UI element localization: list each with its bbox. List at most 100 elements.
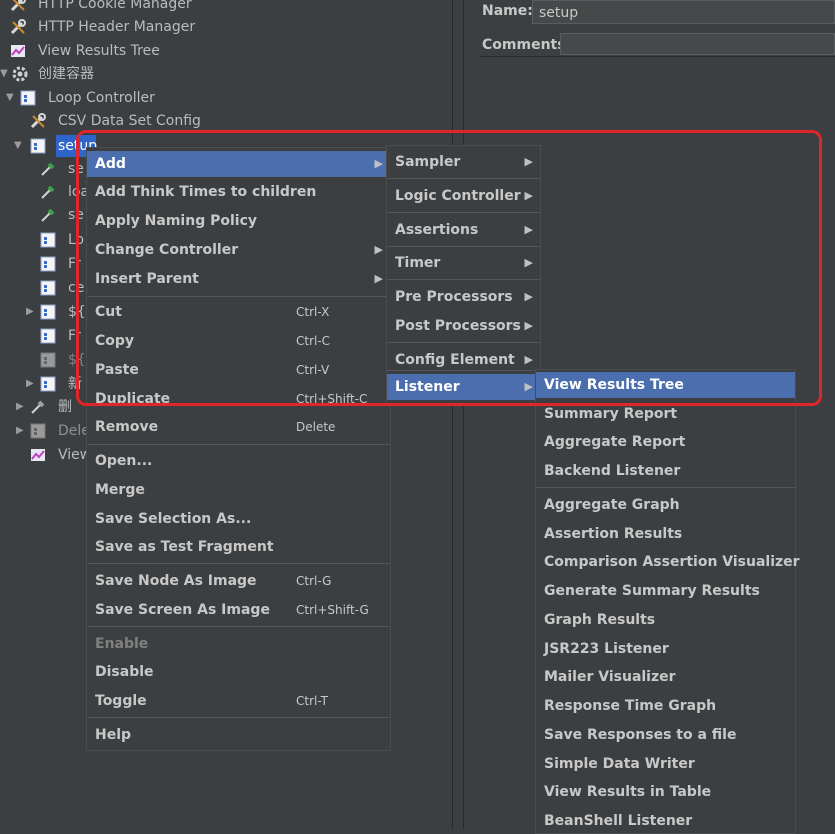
tree-item-controller[interactable]: ▶ 新 — [26, 373, 90, 395]
tree-item-controller[interactable]: Lo — [40, 229, 90, 251]
submenu-item-sampler[interactable]: Sampler ▶ — [387, 149, 540, 175]
controller-icon — [40, 280, 56, 296]
controller-icon — [40, 304, 56, 320]
tree-item-listener[interactable]: View — [30, 444, 91, 466]
listener-item-jsr223-listener[interactable]: JSR223 Listener — [536, 636, 795, 662]
listener-item-save-responses-to-file[interactable]: Save Responses to a file — [536, 722, 795, 748]
submenu-item-timer[interactable]: Timer ▶ — [387, 250, 540, 276]
menu-item-label: Copy — [95, 333, 135, 349]
tree-item-sampler[interactable]: se — [40, 204, 90, 226]
submenu-item-post-processors[interactable]: Post Processors ▶ — [387, 313, 540, 339]
menu-item-toggle[interactable]: Toggle Ctrl-T — [87, 688, 390, 714]
listener-item-aggregate-report[interactable]: Aggregate Report — [536, 429, 795, 455]
menu-item-paste[interactable]: Paste Ctrl-V — [87, 357, 390, 383]
listener-item-comparison-assertion-visualizer[interactable]: Comparison Assertion Visualizer — [536, 549, 800, 575]
menu-item-merge[interactable]: Merge — [87, 477, 390, 503]
split-pane-divider[interactable] — [452, 0, 464, 829]
menu-item-label: Apply Naming Policy — [95, 213, 257, 229]
menu-item-help[interactable]: Help — [87, 722, 390, 748]
menu-item-label: Backend Listener — [544, 463, 681, 479]
tree-item-controller[interactable]: ce — [40, 277, 90, 299]
tree-item-controller[interactable]: Fr — [40, 325, 90, 347]
menu-item-save-selection-as[interactable]: Save Selection As... — [87, 506, 390, 532]
submenu-item-pre-processors[interactable]: Pre Processors ▶ — [387, 284, 540, 310]
listener-item-response-time-graph[interactable]: Response Time Graph — [536, 693, 795, 719]
submenu-item-logic-controller[interactable]: Logic Controller ▶ — [387, 183, 540, 209]
tree-item-csv-data-set-config[interactable]: CSV Data Set Config — [30, 110, 280, 132]
menu-item-label: Open... — [95, 453, 153, 469]
listener-item-simple-data-writer[interactable]: Simple Data Writer — [536, 751, 795, 777]
tree-item-loop-controller[interactable]: ▼ Loop Controller — [6, 87, 256, 109]
comments-field[interactable] — [560, 33, 835, 55]
tree-item-disabled[interactable]: ▶ Dele — [16, 420, 90, 442]
menu-item-insert-parent[interactable]: Insert Parent ▶ — [87, 266, 390, 292]
menu-separator — [387, 279, 540, 280]
comments-label: Comments: — [482, 37, 572, 53]
menu-item-shortcut: Ctrl-G — [296, 574, 332, 588]
listener-item-backend-listener[interactable]: Backend Listener — [536, 458, 795, 484]
tree-item-sampler[interactable]: se — [40, 158, 90, 180]
listener-item-view-results-tree[interactable]: View Results Tree — [536, 372, 795, 398]
menu-item-label: Mailer Visualizer — [544, 669, 676, 685]
menu-item-save-as-test-fragment[interactable]: Save as Test Fragment — [87, 534, 390, 560]
menu-item-cut[interactable]: Cut Ctrl-X — [87, 299, 390, 325]
menu-item-label: Save Node As Image — [95, 573, 257, 589]
menu-item-enable[interactable]: Enable — [87, 631, 390, 657]
submenu-arrow-icon: ▶ — [524, 380, 533, 393]
tree-item-controller[interactable]: Fr — [40, 253, 90, 275]
submenu-arrow-icon: ▶ — [524, 189, 533, 202]
menu-item-copy[interactable]: Copy Ctrl-C — [87, 328, 390, 354]
collapse-arrow-icon[interactable]: ▶ — [16, 420, 24, 442]
menu-item-shortcut: Ctrl-V — [296, 363, 330, 377]
menu-item-label: Post Processors — [395, 318, 521, 334]
menu-item-label: Assertions — [395, 222, 479, 238]
expand-arrow-icon[interactable]: ▼ — [6, 87, 14, 109]
listener-item-view-results-in-table[interactable]: View Results in Table — [536, 779, 795, 805]
listener-item-summary-report[interactable]: Summary Report — [536, 401, 795, 427]
collapse-arrow-icon[interactable]: ▶ — [16, 396, 24, 418]
tree-item-thread-group[interactable]: ▼ 创建容器 — [0, 63, 250, 85]
tree-item-http-cookie-manager[interactable]: HTTP Cookie Manager — [10, 0, 260, 15]
menu-item-change-controller[interactable]: Change Controller ▶ — [87, 237, 390, 263]
listener-item-mailer-visualizer[interactable]: Mailer Visualizer — [536, 664, 795, 690]
listener-item-aggregate-graph[interactable]: Aggregate Graph — [536, 492, 795, 518]
tree-item-http-header-manager[interactable]: HTTP Header Manager — [10, 16, 260, 38]
menu-item-remove[interactable]: Remove Delete — [87, 414, 390, 440]
listener-item-generate-summary-results[interactable]: Generate Summary Results — [536, 578, 795, 604]
tree-item-sampler[interactable]: ▶ 删 — [16, 396, 90, 418]
submenu-item-listener[interactable]: Listener ▶ — [387, 374, 540, 400]
collapse-arrow-icon[interactable]: ▶ — [26, 373, 34, 395]
menu-item-save-screen-as-image[interactable]: Save Screen As Image Ctrl+Shift-G — [87, 597, 390, 623]
tree-item-disabled[interactable]: ${c — [40, 349, 94, 371]
tree-item-label: Loop Controller — [48, 90, 155, 106]
menu-item-label: Help — [95, 727, 132, 743]
submenu-arrow-icon: ▶ — [374, 272, 383, 285]
tree-item-controller[interactable]: ▶ ${c — [26, 301, 94, 323]
menu-item-open[interactable]: Open... — [87, 448, 390, 474]
menu-item-add-think-times[interactable]: Add Think Times to children — [87, 179, 390, 205]
menu-item-label: Insert Parent — [95, 271, 199, 287]
menu-item-save-node-as-image[interactable]: Save Node As Image Ctrl-G — [87, 568, 390, 594]
menu-item-label: Toggle — [95, 693, 147, 709]
tree-item-label: 删 — [58, 399, 72, 415]
listener-item-assertion-results[interactable]: Assertion Results — [536, 521, 795, 547]
tree-item-label: Fr — [68, 328, 81, 344]
tree-item-label: Lo — [68, 232, 85, 248]
name-field[interactable]: setup — [532, 0, 835, 24]
menu-item-duplicate[interactable]: Duplicate Ctrl+Shift-C — [87, 386, 390, 412]
submenu-item-assertions[interactable]: Assertions ▶ — [387, 217, 540, 243]
menu-item-disable[interactable]: Disable — [87, 659, 390, 685]
collapse-arrow-icon[interactable]: ▶ — [26, 301, 34, 323]
menu-item-label: Graph Results — [544, 612, 656, 628]
listener-item-beanshell-listener[interactable]: BeanShell Listener — [536, 808, 795, 834]
submenu-arrow-icon: ▶ — [374, 243, 383, 256]
expand-arrow-icon[interactable]: ▼ — [14, 135, 22, 157]
listener-item-graph-results[interactable]: Graph Results — [536, 607, 795, 633]
menu-item-shortcut: Ctrl-X — [296, 305, 330, 319]
menu-item-apply-naming-policy[interactable]: Apply Naming Policy — [87, 208, 390, 234]
menu-item-add[interactable]: Add ▶ — [87, 151, 390, 177]
expand-arrow-icon[interactable]: ▼ — [0, 63, 8, 85]
tree-item-sampler[interactable]: loa — [40, 181, 90, 203]
controller-icon — [40, 352, 56, 368]
tree-item-view-results-tree[interactable]: View Results Tree — [10, 40, 260, 62]
